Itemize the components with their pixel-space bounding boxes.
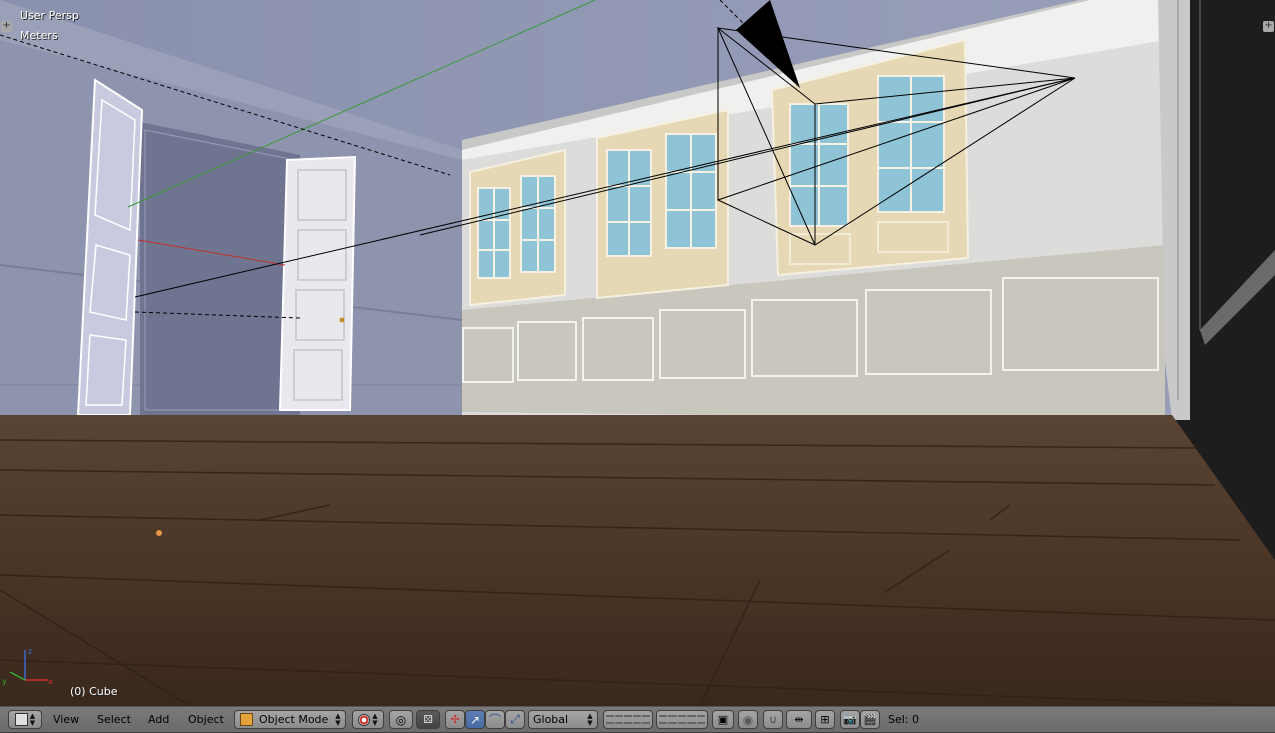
wooden-floor	[0, 415, 1275, 706]
scene-render: z x y	[0, 0, 1275, 706]
3d-viewport[interactable]: z x y + + User Persp Meters (0) Cube	[0, 0, 1275, 706]
menu-object[interactable]: Object	[184, 707, 228, 733]
transform-orientation-selector[interactable]: Global ▲ ▼	[528, 710, 598, 729]
pivot-point-button[interactable]: ◎	[389, 710, 413, 729]
proportional-edit-button[interactable]: ◉	[738, 710, 758, 729]
svg-text:x: x	[48, 677, 53, 686]
editor-type-button[interactable]: ▲ ▼	[8, 710, 42, 729]
menu-view[interactable]: View	[49, 707, 83, 733]
manipulator-icon: ✣	[450, 713, 460, 726]
orientation-label: Global	[533, 713, 569, 726]
window-1	[469, 148, 566, 307]
proportional-edit-icon: ◉	[742, 712, 754, 727]
pivot-options-icon: ⚄	[423, 713, 433, 726]
snap-element-icon: ⇹	[794, 713, 804, 726]
units-label: Meters	[20, 29, 58, 42]
rotate-manipulator-button[interactable]: ⌒	[485, 710, 505, 729]
window-2	[596, 108, 729, 300]
mode-selector[interactable]: Object Mode ▲ ▼	[234, 710, 346, 729]
clapperboard-icon: 🎬	[863, 713, 877, 726]
active-object-info: (0) Cube	[70, 685, 118, 698]
view-name: User Persp	[20, 9, 79, 22]
opengl-render-button[interactable]: 📷	[840, 710, 860, 729]
pivot-point-icon: ◎	[395, 712, 407, 727]
render-camera-icon: 📷	[843, 713, 857, 726]
area-split-plus-icon[interactable]: +	[1263, 21, 1274, 32]
menu-add[interactable]: Add	[144, 707, 173, 733]
object-mode-cube-icon	[240, 713, 253, 726]
svg-text:y: y	[2, 677, 7, 686]
menu-select[interactable]: Select	[93, 707, 135, 733]
lock-layers-icon: ▣	[717, 713, 729, 726]
scene-layers-group-1[interactable]	[603, 710, 653, 729]
pivot-options-button[interactable]: ⚄	[416, 710, 440, 729]
svg-text:z: z	[28, 647, 32, 656]
snap-toggle-button[interactable]: ∪	[763, 710, 783, 729]
translate-arrow-icon: ↗	[469, 712, 481, 727]
right-door	[278, 155, 357, 411]
3d-view-cube-icon	[14, 713, 28, 726]
opengl-animation-button[interactable]: 🎬	[860, 710, 880, 729]
snap-magnet-icon: ∪	[768, 713, 778, 726]
mode-label: Object Mode	[259, 713, 329, 726]
snap-target-button[interactable]: ⊞	[815, 710, 835, 729]
scale-manipulator-button[interactable]: ⤢	[505, 710, 525, 729]
viewport-shading-button[interactable]: ▲ ▼	[352, 710, 384, 729]
area-split-plus-icon[interactable]: +	[1, 21, 12, 32]
scene-layers-group-2[interactable]	[656, 710, 708, 729]
snap-element-button[interactable]: ⇹	[786, 710, 812, 729]
3d-view-header: ▲ ▼ View Select Add Object Object Mode ▲ ▼…	[0, 706, 1275, 732]
manipulator-toggle[interactable]: ✣	[445, 710, 465, 729]
selection-count: Sel: 0	[888, 713, 920, 726]
translate-manipulator-button[interactable]: ↗	[465, 710, 485, 729]
viewport-shading-icon	[358, 713, 370, 726]
rotate-arc-icon: ⌒	[488, 713, 501, 727]
scale-arrow-icon: ⤢	[510, 712, 520, 726]
lock-layers-button[interactable]: ▣	[712, 710, 734, 729]
snap-target-icon: ⊞	[820, 713, 830, 726]
